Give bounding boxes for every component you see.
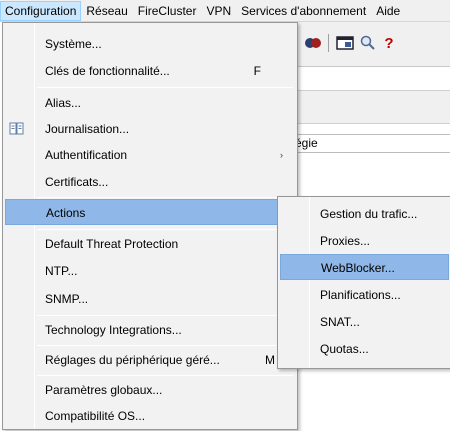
- menubar-vpn[interactable]: VPN: [201, 1, 236, 21]
- monitor-icon[interactable]: [304, 34, 322, 52]
- menu-item-label: Technology Integrations...: [45, 323, 182, 337]
- menu-item-label: Authentification: [45, 148, 128, 162]
- menu-item-label: Default Threat Protection: [45, 237, 179, 251]
- menu-item-label: Réglages du périphérique géré...: [45, 353, 220, 367]
- menubar-firecluster[interactable]: FireCluster: [133, 1, 202, 21]
- menubar: Configuration Réseau FireCluster VPN Ser…: [0, 0, 450, 22]
- menu-item-label: SNMP...: [45, 292, 89, 306]
- menu-item-label: Gestion du trafic...: [320, 207, 418, 221]
- menu-item-parametres-globaux[interactable]: Paramètres globaux...: [5, 377, 295, 403]
- menubar-services[interactable]: Services d'abonnement: [236, 1, 371, 21]
- menu-item-certificats[interactable]: Certificats...: [5, 169, 295, 195]
- submenu-item-webblocker[interactable]: WebBlocker...: [280, 254, 449, 280]
- menu-item-default-threat-protection[interactable]: Default Threat Protection ›: [5, 231, 295, 257]
- menu-item-shortcut: M: [265, 353, 275, 367]
- menu-item-ntp[interactable]: NTP...: [5, 258, 295, 284]
- help-icon[interactable]: ?: [380, 34, 398, 52]
- menu-item-label: NTP...: [45, 264, 78, 278]
- menu-item-cles-fonctionnalite[interactable]: Clés de fonctionnalité... F: [5, 58, 295, 84]
- submenu-item-snat[interactable]: SNAT...: [280, 309, 449, 335]
- menu-item-compatibilite-os[interactable]: Compatibilité OS...: [5, 403, 295, 429]
- submenu-item-quotas[interactable]: Quotas...: [280, 336, 449, 362]
- menu-item-technology-integrations[interactable]: Technology Integrations...: [5, 317, 295, 343]
- menu-item-label: Clés de fonctionnalité...: [45, 64, 170, 78]
- window-icon[interactable]: [336, 34, 354, 52]
- menu-item-actions[interactable]: Actions ›: [5, 199, 295, 225]
- menu-item-label: Planifications...: [320, 288, 401, 302]
- menu-separator: [37, 229, 293, 230]
- menu-item-label: Certificats...: [45, 175, 109, 189]
- submenu-item-proxies[interactable]: Proxies...: [280, 228, 449, 254]
- submenu-item-gestion-trafic[interactable]: Gestion du trafic...: [280, 201, 449, 227]
- menu-separator: [37, 87, 293, 88]
- menu-item-snmp[interactable]: SNMP...: [5, 286, 295, 312]
- menu-item-alias[interactable]: Alias...: [5, 90, 295, 116]
- menu-item-shortcut: F: [253, 64, 261, 78]
- menu-item-label: WebBlocker...: [321, 261, 395, 275]
- submenu-arrow-icon: ›: [280, 150, 283, 160]
- configuration-menu: Système... Clés de fonctionnalité... F A…: [2, 22, 298, 430]
- search-icon[interactable]: [359, 34, 377, 52]
- menu-item-label: Paramètres globaux...: [45, 383, 163, 397]
- menu-item-label: Actions: [46, 206, 86, 220]
- menu-item-label: Compatibilité OS...: [45, 409, 146, 423]
- menubar-reseau[interactable]: Réseau: [81, 1, 132, 21]
- menu-item-label: Système...: [45, 37, 102, 51]
- menu-item-label: SNAT...: [320, 315, 360, 329]
- actions-submenu: Gestion du trafic... Proxies... WebBlock…: [277, 196, 450, 369]
- menubar-configuration[interactable]: Configuration: [0, 0, 82, 21]
- menu-separator: [37, 197, 293, 198]
- menu-separator: [37, 375, 293, 376]
- menu-item-reglages-peripherique[interactable]: Réglages du périphérique géré... M: [5, 347, 295, 373]
- menu-item-systeme[interactable]: Système...: [5, 31, 295, 57]
- menu-item-label: Quotas...: [320, 342, 369, 356]
- menu-item-label: Proxies...: [320, 234, 371, 248]
- menubar-aide[interactable]: Aide: [371, 1, 405, 21]
- menu-item-label: Alias...: [45, 96, 82, 110]
- menu-separator: [37, 345, 293, 346]
- menu-separator: [37, 315, 293, 316]
- menu-item-journalisation[interactable]: Journalisation...: [5, 116, 295, 142]
- submenu-item-planifications[interactable]: Planifications...: [280, 282, 449, 308]
- menu-item-authentification[interactable]: Authentification ›: [5, 142, 295, 168]
- menu-item-label: Journalisation...: [45, 122, 130, 136]
- toolbar-separator: [328, 34, 329, 52]
- log-icon: [9, 121, 25, 137]
